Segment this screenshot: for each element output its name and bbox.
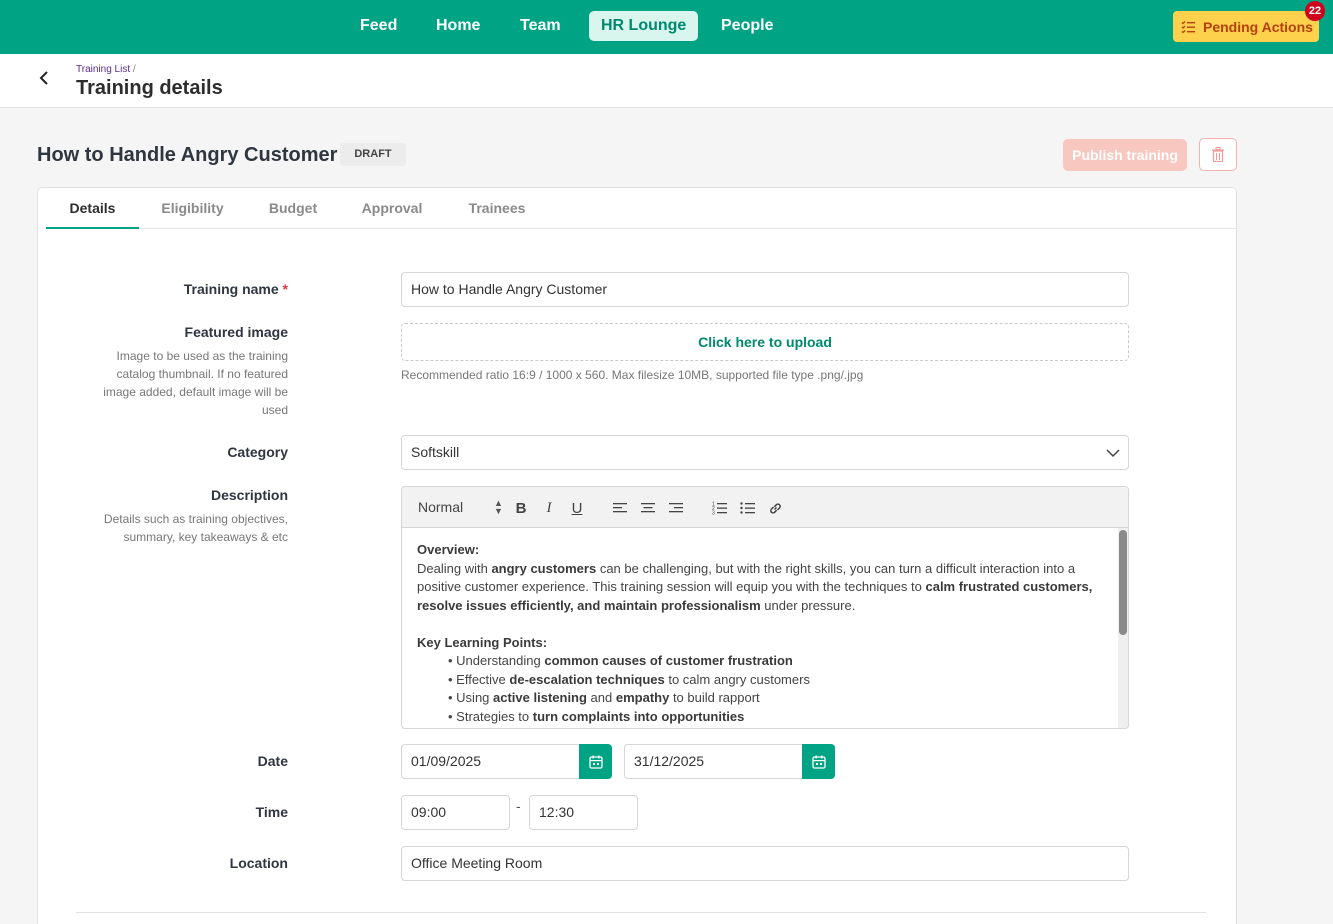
category-value: Softskill xyxy=(411,444,460,460)
trash-icon xyxy=(1212,147,1224,162)
featured-image-help: Image to be used as the training catalog… xyxy=(103,349,288,417)
breadcrumb-training-list[interactable]: Training List xyxy=(76,64,130,75)
location-label: Location xyxy=(229,855,288,871)
svg-text:3: 3 xyxy=(712,511,715,516)
overview-heading: Overview: xyxy=(417,542,480,557)
time-separator: - xyxy=(516,798,521,814)
editor-content[interactable]: Overview: Dealing with angry customers c… xyxy=(417,541,1107,726)
category-label: Category xyxy=(227,444,288,460)
link-icon[interactable] xyxy=(766,499,784,517)
start-date-picker-button[interactable] xyxy=(579,744,612,779)
required-mark: * xyxy=(282,281,288,297)
format-select[interactable]: Normal xyxy=(418,499,463,515)
align-right-icon[interactable] xyxy=(667,499,685,517)
description-editor[interactable]: Normal ▲ ▼ B I U 123 Overview: Dealing w… xyxy=(401,486,1129,729)
page-header: Training List / Training details xyxy=(0,54,1333,108)
bullet-list-icon[interactable] xyxy=(738,499,756,517)
nav-team[interactable]: Team xyxy=(508,11,573,41)
italic-icon[interactable]: I xyxy=(540,499,558,517)
underline-icon[interactable]: U xyxy=(568,499,586,517)
nav-people[interactable]: People xyxy=(709,11,785,41)
training-name-input[interactable]: How to Handle Angry Customer xyxy=(401,272,1129,307)
breadcrumb: Training List / xyxy=(76,64,136,75)
date-label: Date xyxy=(257,753,288,769)
training-title: How to Handle Angry Customer xyxy=(37,144,338,166)
training-name-label: Training name * xyxy=(184,281,288,297)
end-date-input[interactable]: 31/12/2025 xyxy=(624,744,803,779)
nav-home[interactable]: Home xyxy=(424,11,492,41)
image-upload-dropzone[interactable]: Click here to upload xyxy=(401,323,1129,361)
pending-count-badge: 22 xyxy=(1305,1,1325,21)
editor-scrollbar-thumb[interactable] xyxy=(1119,530,1127,635)
page-title: Training details xyxy=(76,77,223,99)
upload-hint: Recommended ratio 16:9 / 1000 x 560. Max… xyxy=(401,368,864,382)
bold-icon[interactable]: B xyxy=(512,499,530,517)
select-arrows-icon: ▲ ▼ xyxy=(494,498,503,516)
section-divider xyxy=(76,912,1206,913)
category-select[interactable]: Softskill xyxy=(401,435,1129,470)
checklist-icon xyxy=(1181,20,1195,33)
end-date-picker-button[interactable] xyxy=(802,744,835,779)
featured-image-label: Featured image xyxy=(184,324,288,340)
tab-trainees[interactable]: Trainees xyxy=(460,188,534,229)
tab-details[interactable]: Details xyxy=(46,188,139,229)
publish-training-button[interactable]: Publish training xyxy=(1063,139,1187,171)
chevron-left-icon[interactable] xyxy=(34,68,54,88)
nav-feed[interactable]: Feed xyxy=(348,11,409,41)
tab-approval[interactable]: Approval xyxy=(356,188,428,229)
editor-toolbar: Normal ▲ ▼ B I U 123 xyxy=(402,487,1128,528)
tab-budget[interactable]: Budget xyxy=(262,188,324,229)
training-name-label-text: Training name xyxy=(183,281,279,297)
calendar-icon xyxy=(811,755,826,769)
list-item: • Effective de-escalation techniques to … xyxy=(448,671,810,687)
list-item: • Understanding common causes of custome… xyxy=(448,653,793,668)
calendar-icon xyxy=(588,755,603,769)
chevron-down-icon xyxy=(1106,449,1120,458)
pending-actions-button[interactable]: Pending Actions xyxy=(1173,11,1319,42)
key-points-heading: Key Learning Points: xyxy=(417,634,548,650)
breadcrumb-separator: / xyxy=(132,64,136,75)
top-nav-bar: Feed Home Team HR Lounge People Pending … xyxy=(0,0,1333,54)
nav-hr-lounge[interactable]: HR Lounge xyxy=(589,11,699,41)
end-time-input[interactable]: 12:30 xyxy=(529,795,638,830)
align-left-icon[interactable] xyxy=(611,499,629,517)
time-label: Time xyxy=(255,804,288,820)
list-item: • Using active listening and empathy to … xyxy=(448,690,760,705)
description-help: Details such as training objectives, sum… xyxy=(103,512,288,544)
tab-bar: Details Eligibility Budget Approval Trai… xyxy=(46,188,1236,229)
location-input[interactable]: Office Meeting Room xyxy=(401,846,1129,881)
align-center-icon[interactable] xyxy=(639,499,657,517)
ordered-list-icon[interactable]: 123 xyxy=(710,499,728,517)
tab-eligibility[interactable]: Eligibility xyxy=(154,188,231,229)
status-badge: DRAFT xyxy=(340,143,406,166)
overview-paragraph: Dealing with angry customers can be chal… xyxy=(417,560,1093,613)
training-form-card: Details Eligibility Budget Approval Trai… xyxy=(37,187,1237,924)
delete-button[interactable] xyxy=(1199,138,1237,171)
start-time-input[interactable]: 09:00 xyxy=(401,795,510,830)
start-date-input[interactable]: 01/09/2025 xyxy=(401,744,580,779)
pending-actions-label: Pending Actions xyxy=(1203,18,1313,35)
description-label: Description xyxy=(210,487,288,503)
list-item: • Strategies to turn complaints into opp… xyxy=(448,708,745,724)
